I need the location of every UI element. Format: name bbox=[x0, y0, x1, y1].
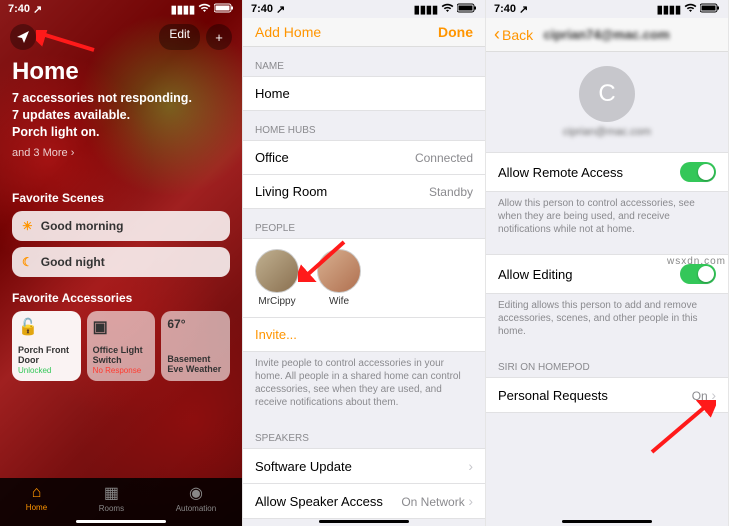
annotation-arrow bbox=[646, 400, 716, 456]
person-email: ciprian@mac.com bbox=[486, 126, 728, 138]
sun-icon: ☀ bbox=[22, 219, 33, 233]
tab-automation[interactable]: ◉ Automation bbox=[176, 483, 216, 513]
chevron-left-icon: ‹ bbox=[494, 24, 500, 45]
rooms-icon: ▦ bbox=[104, 483, 119, 503]
hubs-header: HOME HUBS bbox=[243, 111, 485, 140]
add-home-button[interactable]: Add Home bbox=[255, 24, 321, 40]
temperature-icon: 67° bbox=[167, 317, 224, 331]
invite-button[interactable]: Invite... bbox=[243, 317, 485, 352]
name-header: NAME bbox=[243, 47, 485, 76]
avatar-image bbox=[255, 249, 299, 293]
edit-button[interactable]: Edit bbox=[159, 24, 200, 50]
annotation-arrow bbox=[298, 238, 348, 282]
automation-icon: ◉ bbox=[189, 483, 203, 503]
home-status-text: 7 accessories not responding. 7 updates … bbox=[0, 86, 242, 145]
status-indicators: ▮▮▮▮ bbox=[657, 3, 720, 16]
hub-row-office[interactable]: Office Connected bbox=[243, 140, 485, 175]
scene-tile-night[interactable]: ☾ Good night bbox=[12, 247, 230, 277]
home-indicator[interactable] bbox=[562, 520, 652, 523]
wifi-icon bbox=[198, 3, 211, 16]
battery-icon bbox=[457, 3, 477, 16]
location-arrow-button[interactable] bbox=[10, 24, 36, 50]
moon-icon: ☾ bbox=[22, 255, 33, 269]
status-indicators: ▮▮▮▮ bbox=[414, 3, 477, 16]
wifi-icon bbox=[684, 3, 697, 16]
battery-icon bbox=[214, 3, 234, 16]
software-update-row[interactable]: Software Update › bbox=[243, 448, 485, 484]
allow-editing-toggle[interactable] bbox=[680, 264, 716, 284]
people-header: PEOPLE bbox=[243, 209, 485, 238]
home-name-field[interactable]: Home bbox=[243, 76, 485, 111]
status-bar: 7:40↗ ▮▮▮▮ bbox=[243, 0, 485, 18]
remote-access-toggle[interactable] bbox=[680, 162, 716, 182]
location-icon: ↗ bbox=[519, 3, 528, 16]
personal-requests-label: Personal Requests bbox=[498, 388, 608, 403]
home-indicator[interactable] bbox=[76, 520, 166, 523]
unlock-icon: 🔓 bbox=[18, 317, 75, 337]
location-icon: ↗ bbox=[33, 3, 42, 16]
watermark: wsxdn.com bbox=[667, 256, 726, 267]
siri-header: SIRI ON HOMEPOD bbox=[486, 348, 728, 377]
remote-access-footer: Allow this person to control accessories… bbox=[486, 192, 728, 246]
speakers-header: SPEAKERS bbox=[243, 419, 485, 448]
scene-tile-morning[interactable]: ☀ Good morning bbox=[12, 211, 230, 241]
more-status-link[interactable]: and 3 More › bbox=[0, 145, 242, 161]
status-time: 7:40 bbox=[8, 3, 30, 15]
status-bar: 7:40 ↗ ▮▮▮▮ bbox=[0, 0, 242, 18]
allow-editing-footer: Editing allows this person to add and re… bbox=[486, 294, 728, 348]
annotation-arrow bbox=[36, 30, 96, 56]
chevron-right-icon: › bbox=[468, 458, 473, 474]
wifi-icon bbox=[441, 3, 454, 16]
scenes-header: Favorite Scenes bbox=[0, 191, 242, 205]
accessories-header: Favorite Accessories bbox=[0, 291, 242, 305]
location-icon: ↗ bbox=[276, 3, 285, 16]
speaker-access-row[interactable]: Allow Speaker Access On Network › bbox=[243, 484, 485, 519]
home-indicator[interactable] bbox=[319, 520, 409, 523]
accessory-tile-door[interactable]: 🔓 Porch Front Door Unlocked bbox=[12, 311, 81, 381]
accessory-tile-weather[interactable]: 67° Basement Eve Weather bbox=[161, 311, 230, 381]
remote-access-row: Allow Remote Access bbox=[486, 152, 728, 192]
person-avatar: C bbox=[579, 66, 635, 122]
page-title: Home bbox=[0, 58, 242, 86]
tab-home[interactable]: ⌂ Home bbox=[26, 484, 47, 512]
home-settings-screen: 7:40↗ ▮▮▮▮ Add Home Done NAME Home HOME … bbox=[243, 0, 486, 526]
status-indicators: ▮▮▮▮ bbox=[171, 3, 234, 16]
status-bar: 7:40↗ ▮▮▮▮ bbox=[486, 0, 728, 18]
switch-icon: ▣ bbox=[93, 317, 150, 337]
allow-editing-label: Allow Editing bbox=[498, 267, 572, 282]
done-button[interactable]: Done bbox=[438, 24, 473, 40]
home-icon: ⌂ bbox=[32, 484, 42, 502]
signal-icon: ▮▮▮▮ bbox=[171, 3, 195, 16]
hub-row-living-room[interactable]: Living Room Standby bbox=[243, 175, 485, 209]
signal-icon: ▮▮▮▮ bbox=[414, 3, 438, 16]
battery-icon bbox=[700, 3, 720, 16]
add-button[interactable]: + bbox=[206, 24, 232, 50]
nav-title: ciprian74@mac.com bbox=[533, 27, 680, 42]
back-button[interactable]: ‹ Back bbox=[494, 24, 533, 45]
tab-rooms[interactable]: ▦ Rooms bbox=[99, 483, 124, 513]
home-app-screen: 7:40 ↗ ▮▮▮▮ Edit + bbox=[0, 0, 243, 526]
nav-bar: ‹ Back ciprian74@mac.com bbox=[486, 18, 728, 52]
chevron-right-icon: › bbox=[468, 493, 473, 509]
signal-icon: ▮▮▮▮ bbox=[657, 3, 681, 16]
remote-access-label: Allow Remote Access bbox=[498, 165, 623, 180]
invite-footer: Invite people to control accessories in … bbox=[243, 352, 485, 419]
nav-bar: Add Home Done bbox=[243, 18, 485, 47]
accessory-tile-switch[interactable]: ▣ Office Light Switch No Response bbox=[87, 311, 156, 381]
people-row: MrCippy Wife bbox=[243, 238, 485, 317]
person-mrcippy[interactable]: MrCippy bbox=[255, 249, 299, 307]
tab-bar: ⌂ Home ▦ Rooms ◉ Automation bbox=[0, 478, 242, 526]
